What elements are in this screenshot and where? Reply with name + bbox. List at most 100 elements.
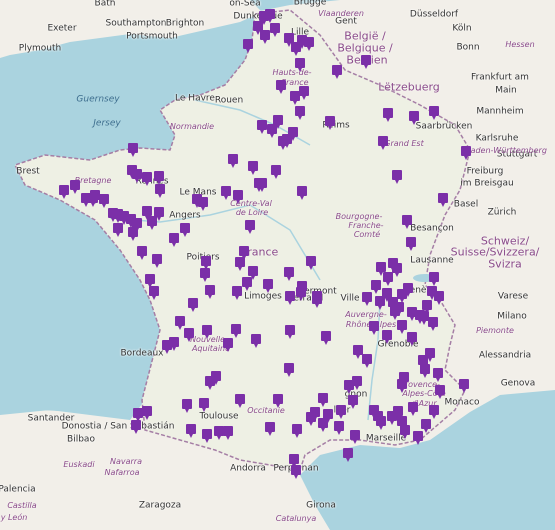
- location-marker[interactable]: [433, 368, 443, 382]
- location-marker[interactable]: [369, 321, 379, 335]
- location-marker[interactable]: [199, 398, 209, 412]
- location-marker[interactable]: [306, 256, 316, 270]
- location-marker[interactable]: [276, 80, 286, 94]
- location-marker[interactable]: [383, 108, 393, 122]
- location-marker[interactable]: [239, 246, 249, 260]
- location-marker[interactable]: [438, 193, 448, 207]
- location-marker[interactable]: [232, 286, 242, 300]
- location-marker[interactable]: [318, 393, 328, 407]
- location-marker[interactable]: [332, 65, 342, 79]
- location-marker[interactable]: [434, 291, 444, 305]
- location-marker[interactable]: [200, 268, 210, 282]
- location-marker[interactable]: [202, 429, 212, 443]
- location-marker[interactable]: [409, 111, 419, 125]
- location-marker[interactable]: [147, 216, 157, 230]
- location-marker[interactable]: [435, 385, 445, 399]
- location-marker[interactable]: [270, 23, 280, 37]
- location-marker[interactable]: [267, 124, 277, 138]
- location-marker[interactable]: [291, 465, 301, 479]
- location-marker[interactable]: [88, 193, 98, 207]
- location-marker[interactable]: [428, 317, 438, 331]
- location-marker[interactable]: [223, 426, 233, 440]
- location-marker[interactable]: [154, 171, 164, 185]
- location-marker[interactable]: [297, 186, 307, 200]
- location-marker[interactable]: [334, 421, 344, 435]
- location-marker[interactable]: [304, 37, 314, 51]
- location-marker[interactable]: [352, 376, 362, 390]
- location-marker[interactable]: [422, 300, 432, 314]
- location-marker[interactable]: [376, 416, 386, 430]
- location-marker[interactable]: [243, 39, 253, 53]
- location-marker[interactable]: [284, 267, 294, 281]
- location-marker[interactable]: [235, 394, 245, 408]
- location-marker[interactable]: [378, 136, 388, 150]
- location-marker[interactable]: [402, 215, 412, 229]
- location-marker[interactable]: [420, 364, 430, 378]
- location-marker[interactable]: [235, 257, 245, 271]
- location-marker[interactable]: [350, 430, 360, 444]
- location-marker[interactable]: [162, 340, 172, 354]
- location-marker[interactable]: [231, 324, 241, 338]
- location-marker[interactable]: [273, 394, 283, 408]
- location-marker[interactable]: [459, 379, 469, 393]
- location-marker[interactable]: [128, 143, 138, 157]
- map-canvas[interactable]: Bath Exeter Southampton Brighton on-Sea Dunke…: [0, 0, 555, 530]
- location-marker[interactable]: [142, 172, 152, 186]
- location-marker[interactable]: [248, 161, 258, 175]
- location-marker[interactable]: [142, 406, 152, 420]
- location-marker[interactable]: [131, 420, 141, 434]
- location-marker[interactable]: [429, 405, 439, 419]
- location-marker[interactable]: [205, 285, 215, 299]
- location-marker[interactable]: [188, 298, 198, 312]
- location-marker[interactable]: [392, 263, 402, 277]
- location-marker[interactable]: [257, 178, 267, 192]
- location-marker[interactable]: [142, 206, 152, 220]
- location-marker[interactable]: [214, 426, 224, 440]
- location-marker[interactable]: [362, 292, 372, 306]
- location-marker[interactable]: [278, 136, 288, 150]
- location-marker[interactable]: [318, 418, 328, 432]
- location-marker[interactable]: [399, 372, 409, 386]
- location-marker[interactable]: [223, 338, 233, 352]
- location-marker[interactable]: [152, 254, 162, 268]
- location-marker[interactable]: [169, 233, 179, 247]
- location-marker[interactable]: [382, 288, 392, 302]
- location-marker[interactable]: [397, 289, 407, 303]
- location-marker[interactable]: [137, 246, 147, 260]
- location-marker[interactable]: [228, 154, 238, 168]
- location-marker[interactable]: [429, 106, 439, 120]
- location-marker[interactable]: [180, 223, 190, 237]
- location-marker[interactable]: [295, 58, 305, 72]
- location-marker[interactable]: [361, 55, 371, 69]
- location-marker[interactable]: [321, 331, 331, 345]
- location-marker[interactable]: [70, 180, 80, 194]
- location-marker[interactable]: [285, 291, 295, 305]
- location-marker[interactable]: [205, 376, 215, 390]
- location-marker[interactable]: [202, 325, 212, 339]
- location-marker[interactable]: [260, 30, 270, 44]
- location-marker[interactable]: [263, 279, 273, 293]
- location-marker[interactable]: [371, 280, 381, 294]
- location-marker[interactable]: [306, 412, 316, 426]
- location-marker[interactable]: [201, 256, 211, 270]
- location-marker[interactable]: [245, 220, 255, 234]
- location-marker[interactable]: [99, 194, 109, 208]
- location-marker[interactable]: [295, 106, 305, 120]
- location-marker[interactable]: [251, 334, 261, 348]
- location-marker[interactable]: [406, 237, 416, 251]
- location-marker[interactable]: [233, 190, 243, 204]
- location-marker[interactable]: [149, 286, 159, 300]
- location-marker[interactable]: [113, 223, 123, 237]
- location-marker[interactable]: [59, 185, 69, 199]
- location-marker[interactable]: [397, 320, 407, 334]
- location-marker[interactable]: [285, 325, 295, 339]
- location-marker[interactable]: [408, 402, 418, 416]
- location-marker[interactable]: [184, 328, 194, 342]
- location-marker[interactable]: [407, 332, 417, 346]
- location-marker[interactable]: [461, 146, 471, 160]
- location-marker[interactable]: [392, 170, 402, 184]
- location-marker[interactable]: [175, 316, 185, 330]
- location-marker[interactable]: [257, 120, 267, 134]
- location-marker[interactable]: [155, 184, 165, 198]
- location-marker[interactable]: [242, 277, 252, 291]
